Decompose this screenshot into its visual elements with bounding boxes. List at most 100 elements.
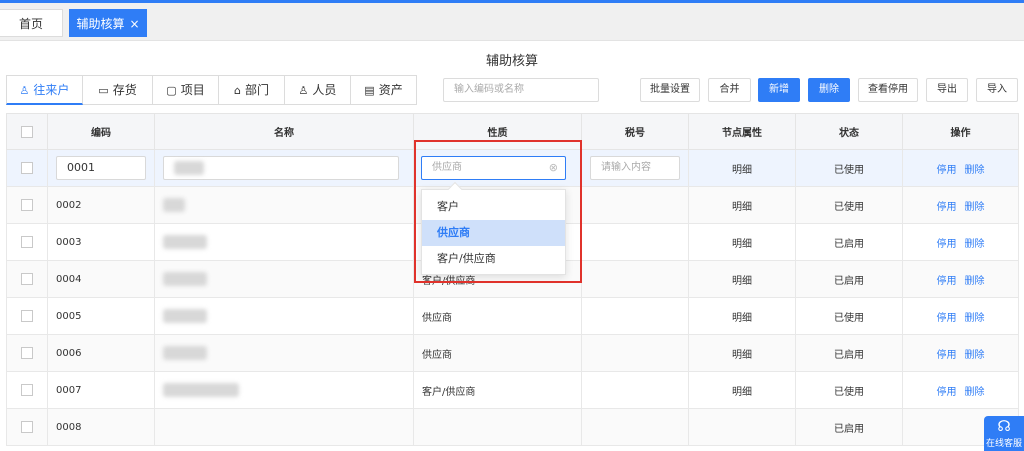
name-cell bbox=[154, 334, 414, 372]
add-button[interactable]: 新增 bbox=[758, 78, 800, 102]
name-cell bbox=[154, 149, 414, 187]
status-cell: 已启用 bbox=[795, 408, 903, 446]
asset-icon: ▤ bbox=[364, 84, 375, 97]
tab-auxiliary-accounting[interactable]: 辅助核算 × bbox=[69, 9, 147, 37]
code-cell: 0007 bbox=[47, 371, 155, 409]
tab-label: 部门 bbox=[244, 83, 269, 97]
headset-icon: ☊ bbox=[997, 417, 1011, 435]
actions-cell: 停用 删除 bbox=[902, 334, 1019, 372]
code-cell: 0006 bbox=[47, 334, 155, 372]
tax-cell bbox=[581, 260, 689, 298]
disable-link[interactable]: 停用 bbox=[937, 202, 957, 213]
code-cell: 0008 bbox=[47, 408, 155, 446]
delete-link[interactable]: 删除 bbox=[965, 239, 985, 250]
merge-button[interactable]: 合并 bbox=[708, 78, 751, 102]
disable-link[interactable]: 停用 bbox=[937, 387, 957, 398]
row-select-cell bbox=[6, 260, 48, 298]
row-checkbox[interactable] bbox=[21, 236, 33, 248]
actions-cell: 停用 删除 bbox=[902, 186, 1019, 224]
clear-icon[interactable]: ⊗ bbox=[549, 157, 558, 179]
actions-cell: 停用 删除 bbox=[902, 297, 1019, 335]
row-checkbox[interactable] bbox=[21, 199, 33, 211]
select-all-checkbox[interactable] bbox=[21, 125, 33, 138]
row-select-cell bbox=[6, 297, 48, 335]
table-row[interactable]: 0007 客户/供应商 明细 已使用 停用 删除 bbox=[6, 371, 1019, 409]
row-select-cell bbox=[6, 408, 48, 446]
tax-cell bbox=[581, 371, 689, 409]
column-header-name: 名称 bbox=[154, 113, 414, 150]
tab-project[interactable]: ▢ 项目 bbox=[153, 75, 219, 105]
delete-link[interactable]: 删除 bbox=[965, 276, 985, 287]
row-checkbox[interactable] bbox=[21, 310, 33, 322]
redacted-name bbox=[163, 383, 239, 397]
tab-department[interactable]: ⌂ 部门 bbox=[219, 75, 285, 105]
tab-label: 人员 bbox=[312, 83, 337, 97]
delete-link[interactable]: 删除 bbox=[965, 202, 985, 213]
tax-cell bbox=[581, 408, 689, 446]
online-service-button[interactable]: ☊ 在线客服 bbox=[984, 416, 1024, 451]
tab-inventory[interactable]: ▭ 存货 bbox=[83, 75, 153, 105]
disable-link[interactable]: 停用 bbox=[937, 313, 957, 324]
row-checkbox[interactable] bbox=[21, 384, 33, 396]
tab-assets[interactable]: ▤ 资产 bbox=[351, 75, 417, 105]
tab-contacts[interactable]: ♙ 往来户 bbox=[6, 75, 83, 105]
row-select-cell bbox=[6, 149, 48, 187]
delete-link[interactable]: 删除 bbox=[965, 387, 985, 398]
column-header-nature: 性质 bbox=[413, 113, 582, 150]
table-row[interactable]: 0008 已启用 bbox=[6, 408, 1019, 446]
dropdown-option-supplier[interactable]: 供应商 bbox=[422, 220, 565, 246]
nature-cell: 客户/供应商 bbox=[413, 371, 582, 409]
disable-link[interactable]: 停用 bbox=[937, 239, 957, 250]
row-checkbox[interactable] bbox=[21, 347, 33, 359]
disable-link[interactable]: 停用 bbox=[937, 276, 957, 287]
tab-personnel[interactable]: ♙ 人员 bbox=[285, 75, 351, 105]
status-cell: 已使用 bbox=[795, 297, 903, 335]
tax-cell bbox=[581, 297, 689, 335]
actions-cell: 停用 删除 bbox=[902, 371, 1019, 409]
name-input[interactable] bbox=[163, 156, 399, 180]
name-cell bbox=[154, 408, 414, 446]
online-service-label: 在线客服 bbox=[985, 439, 1022, 449]
row-checkbox[interactable] bbox=[21, 421, 33, 433]
delete-link[interactable]: 删除 bbox=[965, 313, 985, 324]
nature-cell: 供应商 bbox=[413, 297, 582, 335]
search-input[interactable]: 输入编码或名称 bbox=[443, 78, 599, 102]
table-row[interactable]: 0005 供应商 明细 已使用 停用 删除 bbox=[6, 297, 1019, 335]
node-cell: 明细 bbox=[688, 223, 796, 261]
row-checkbox[interactable] bbox=[21, 162, 33, 174]
table-row[interactable]: 0006 供应商 明细 已启用 停用 删除 bbox=[6, 334, 1019, 372]
import-button[interactable]: 导入 bbox=[976, 78, 1018, 102]
code-input[interactable]: 0001 bbox=[56, 156, 146, 180]
name-cell bbox=[154, 371, 414, 409]
tax-id-input[interactable]: 请输入内容 bbox=[590, 156, 680, 180]
status-cell: 已启用 bbox=[795, 334, 903, 372]
status-cell: 已启用 bbox=[795, 223, 903, 261]
view-disabled-button[interactable]: 查看停用 bbox=[858, 78, 918, 102]
delete-button[interactable]: 删除 bbox=[808, 78, 850, 102]
tab-bar: 首页 辅助核算 × bbox=[0, 3, 1024, 41]
code-cell: 0005 bbox=[47, 297, 155, 335]
export-button[interactable]: 导出 bbox=[926, 78, 968, 102]
node-cell: 明细 bbox=[688, 149, 796, 187]
folder-icon: ▢ bbox=[166, 84, 177, 97]
tab-label: 存货 bbox=[112, 83, 137, 97]
delete-link[interactable]: 删除 bbox=[965, 165, 985, 176]
close-icon[interactable]: × bbox=[129, 17, 139, 31]
dropdown-option-customer-supplier[interactable]: 客户/供应商 bbox=[422, 246, 565, 272]
node-cell: 明细 bbox=[688, 334, 796, 372]
dropdown-option-customer[interactable]: 客户 bbox=[422, 194, 565, 220]
redacted-name bbox=[163, 198, 185, 212]
disable-link[interactable]: 停用 bbox=[937, 350, 957, 361]
page-title: 辅助核算 bbox=[485, 54, 538, 69]
batch-settings-button[interactable]: 批量设置 bbox=[640, 78, 700, 102]
tab-label: 项目 bbox=[180, 83, 205, 97]
nature-select[interactable]: 供应商 ⊗ bbox=[421, 156, 566, 180]
row-checkbox[interactable] bbox=[21, 273, 33, 285]
delete-link[interactable]: 删除 bbox=[965, 350, 985, 361]
inventory-icon: ▭ bbox=[98, 84, 109, 97]
row-select-cell bbox=[6, 371, 48, 409]
tab-home[interactable]: 首页 bbox=[0, 9, 63, 37]
node-cell: 明细 bbox=[688, 186, 796, 224]
row-select-cell bbox=[6, 334, 48, 372]
disable-link[interactable]: 停用 bbox=[937, 165, 957, 176]
